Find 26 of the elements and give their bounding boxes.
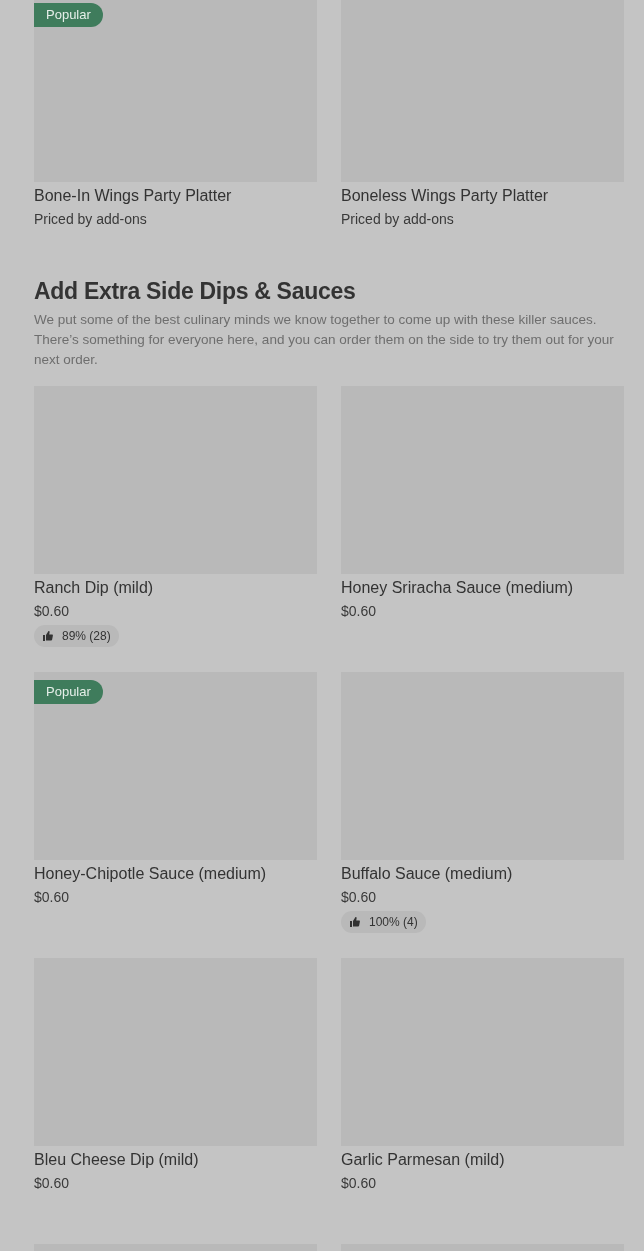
- item-name[interactable]: Boneless Wings Party Platter: [341, 184, 624, 208]
- item-name[interactable]: Honey Sriracha Sauce (medium): [341, 576, 624, 600]
- thumbs-up-icon: [349, 916, 361, 928]
- item-price: $0.60: [34, 888, 71, 907]
- item-price: $0.60: [341, 888, 378, 907]
- item-price: Priced by add-ons: [341, 210, 455, 229]
- image-placeholder[interactable]: Popular: [34, 672, 317, 860]
- item-name[interactable]: Honey-Chipotle Sauce (medium): [34, 862, 317, 886]
- item-name[interactable]: Garlic Parmesan (mild): [341, 1148, 624, 1172]
- item-name[interactable]: Buffalo Sauce (medium): [341, 862, 624, 886]
- item-price: Priced by add-ons: [34, 210, 148, 229]
- thumbs-up-icon: [42, 630, 54, 642]
- section-title: Add Extra Side Dips & Sauces: [34, 277, 357, 306]
- rating-text: 100% (4): [369, 914, 418, 931]
- popular-badge: Popular: [34, 680, 103, 704]
- rating-text: 89% (28): [62, 628, 111, 645]
- section-description: We put some of the best culinary minds we know together to come up with these killer sauces. There’s something for everyone here, and you can order them on the side to try them out for your next order.: [34, 311, 615, 369]
- image-placeholder[interactable]: Popular: [34, 0, 317, 182]
- item-price: $0.60: [341, 602, 378, 621]
- item-name[interactable]: Ranch Dip (mild): [34, 576, 317, 600]
- popular-badge: Popular: [34, 3, 103, 27]
- item-price: $0.60: [341, 1174, 378, 1193]
- item-price: $0.60: [34, 1174, 71, 1193]
- item-name[interactable]: Bone-In Wings Party Platter: [34, 184, 317, 208]
- item-price: $0.60: [34, 602, 71, 621]
- item-name[interactable]: Bleu Cheese Dip (mild): [34, 1148, 317, 1172]
